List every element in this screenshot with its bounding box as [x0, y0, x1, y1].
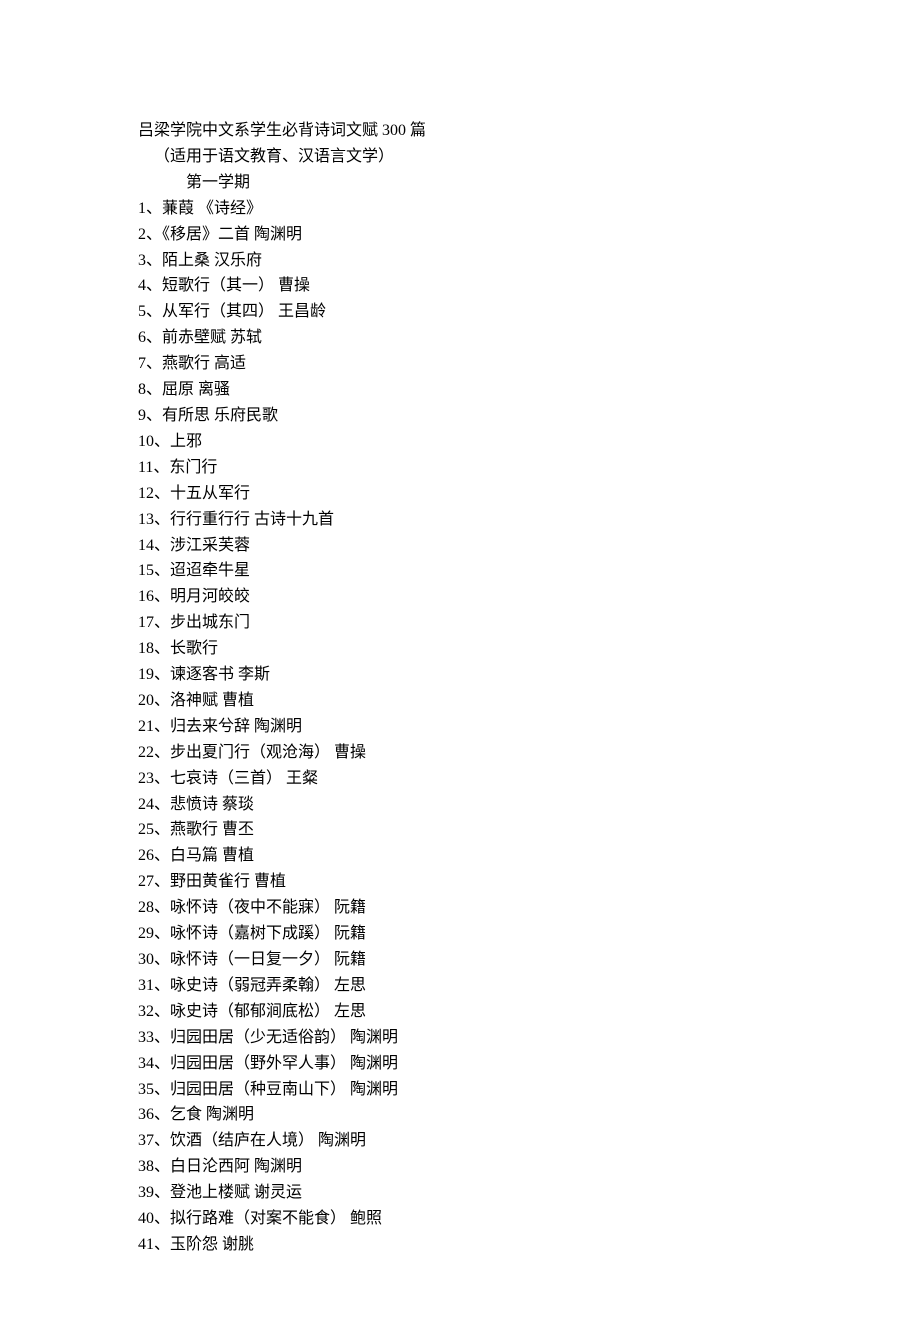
- poem-list: 1、蒹葭 《诗经》2、《移居》二首 陶渊明3、陌上桑 汉乐府4、短歌行（其一） …: [138, 196, 782, 1258]
- list-item: 31、咏史诗（弱冠弄柔翰） 左思: [138, 973, 782, 999]
- list-item: 29、咏怀诗（嘉树下成蹊） 阮籍: [138, 921, 782, 947]
- list-item: 14、涉江采芙蓉: [138, 533, 782, 559]
- list-item: 7、燕歌行 高适: [138, 351, 782, 377]
- list-item: 4、短歌行（其一） 曹操: [138, 273, 782, 299]
- document-title: 吕梁学院中文系学生必背诗词文赋 300 篇: [138, 118, 782, 144]
- list-item: 37、饮酒（结庐在人境） 陶渊明: [138, 1128, 782, 1154]
- list-item: 40、拟行路难（对案不能食） 鲍照: [138, 1206, 782, 1232]
- list-item: 6、前赤壁赋 苏轼: [138, 325, 782, 351]
- list-item: 24、悲愤诗 蔡琰: [138, 792, 782, 818]
- list-item: 39、登池上楼赋 谢灵运: [138, 1180, 782, 1206]
- list-item: 27、野田黄雀行 曹植: [138, 869, 782, 895]
- list-item: 36、乞食 陶渊明: [138, 1102, 782, 1128]
- list-item: 2、《移居》二首 陶渊明: [138, 222, 782, 248]
- list-item: 17、步出城东门: [138, 610, 782, 636]
- list-item: 23、七哀诗（三首） 王粲: [138, 766, 782, 792]
- list-item: 12、十五从军行: [138, 481, 782, 507]
- list-item: 18、长歌行: [138, 636, 782, 662]
- list-item: 5、从军行（其四） 王昌龄: [138, 299, 782, 325]
- list-item: 41、玉阶怨 谢朓: [138, 1232, 782, 1258]
- document-page: 吕梁学院中文系学生必背诗词文赋 300 篇 （适用于语文教育、汉语言文学） 第一…: [0, 0, 920, 1338]
- list-item: 28、咏怀诗（夜中不能寐） 阮籍: [138, 895, 782, 921]
- list-item: 21、归去来兮辞 陶渊明: [138, 714, 782, 740]
- list-item: 32、咏史诗（郁郁涧底松） 左思: [138, 999, 782, 1025]
- list-item: 8、屈原 离骚: [138, 377, 782, 403]
- list-item: 19、谏逐客书 李斯: [138, 662, 782, 688]
- document-subtitle: （适用于语文教育、汉语言文学）: [138, 144, 782, 170]
- list-item: 3、陌上桑 汉乐府: [138, 248, 782, 274]
- list-item: 20、洛神赋 曹植: [138, 688, 782, 714]
- list-item: 22、步出夏门行（观沧海） 曹操: [138, 740, 782, 766]
- list-item: 33、归园田居（少无适俗韵） 陶渊明: [138, 1025, 782, 1051]
- semester-heading: 第一学期: [138, 170, 782, 196]
- list-item: 34、归园田居（野外罕人事） 陶渊明: [138, 1051, 782, 1077]
- list-item: 26、白马篇 曹植: [138, 843, 782, 869]
- list-item: 30、咏怀诗（一日复一夕） 阮籍: [138, 947, 782, 973]
- list-item: 11、东门行: [138, 455, 782, 481]
- list-item: 16、明月河皎皎: [138, 584, 782, 610]
- list-item: 38、白日沦西阿 陶渊明: [138, 1154, 782, 1180]
- list-item: 1、蒹葭 《诗经》: [138, 196, 782, 222]
- list-item: 10、上邪: [138, 429, 782, 455]
- list-item: 9、有所思 乐府民歌: [138, 403, 782, 429]
- list-item: 13、行行重行行 古诗十九首: [138, 507, 782, 533]
- list-item: 25、燕歌行 曹丕: [138, 817, 782, 843]
- list-item: 35、归园田居（种豆南山下） 陶渊明: [138, 1077, 782, 1103]
- list-item: 15、迢迢牵牛星: [138, 558, 782, 584]
